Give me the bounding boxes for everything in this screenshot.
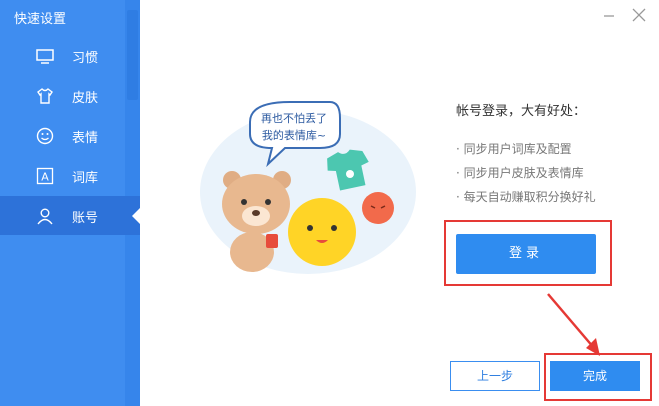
red-arrow-annotation — [547, 293, 600, 356]
user-icon — [37, 208, 53, 225]
sidebar: 快速设置 习惯 皮肤 表情 A 词库 账号 — [0, 0, 140, 406]
close-icon[interactable] — [630, 6, 648, 24]
sidebar-item-label: 表情 — [72, 131, 99, 146]
previous-button[interactable]: 上一步 — [450, 361, 540, 391]
mascot-illustration: 再也不怕丢了 我的表情库~ — [200, 101, 416, 274]
sidebar-item-skins[interactable]: 皮肤 — [0, 76, 140, 115]
sidebar-item-account[interactable]: 账号 — [0, 196, 140, 235]
tshirt-icon — [37, 88, 53, 104]
sidebar-item-habits[interactable]: 习惯 — [0, 36, 140, 75]
benefit-item: · 同步用户皮肤及表情库 — [456, 166, 584, 180]
monitor-icon — [36, 49, 54, 64]
benefit-item: · 每天自动赚取积分换好礼 — [456, 190, 596, 204]
login-button[interactable]: 登录 — [456, 234, 596, 274]
minimize-icon[interactable] — [600, 6, 618, 24]
sidebar-item-lexicon[interactable]: A 词库 — [0, 156, 140, 195]
benefit-title: 帐号登录，大有好处： — [456, 104, 587, 119]
sidebar-item-emoji[interactable]: 表情 — [0, 116, 140, 155]
smiley-icon — [36, 127, 54, 145]
sidebar-item-label: 词库 — [72, 171, 99, 186]
sidebar-item-label: 皮肤 — [72, 91, 99, 106]
active-indicator — [132, 208, 140, 224]
sidebar-item-label: 账号 — [72, 211, 99, 226]
sidebar-title: 快速设置 — [14, 12, 67, 27]
speech-text-2: 我的表情库~ — [262, 128, 326, 142]
done-button[interactable]: 完成 — [550, 361, 640, 391]
benefit-item: · 同步用户词库及配置 — [456, 142, 572, 156]
letter-a-icon: A — [36, 167, 54, 185]
sidebar-item-label: 习惯 — [72, 51, 99, 66]
svg-text:A: A — [41, 171, 49, 184]
speech-text-1: 再也不怕丢了 — [261, 112, 327, 125]
